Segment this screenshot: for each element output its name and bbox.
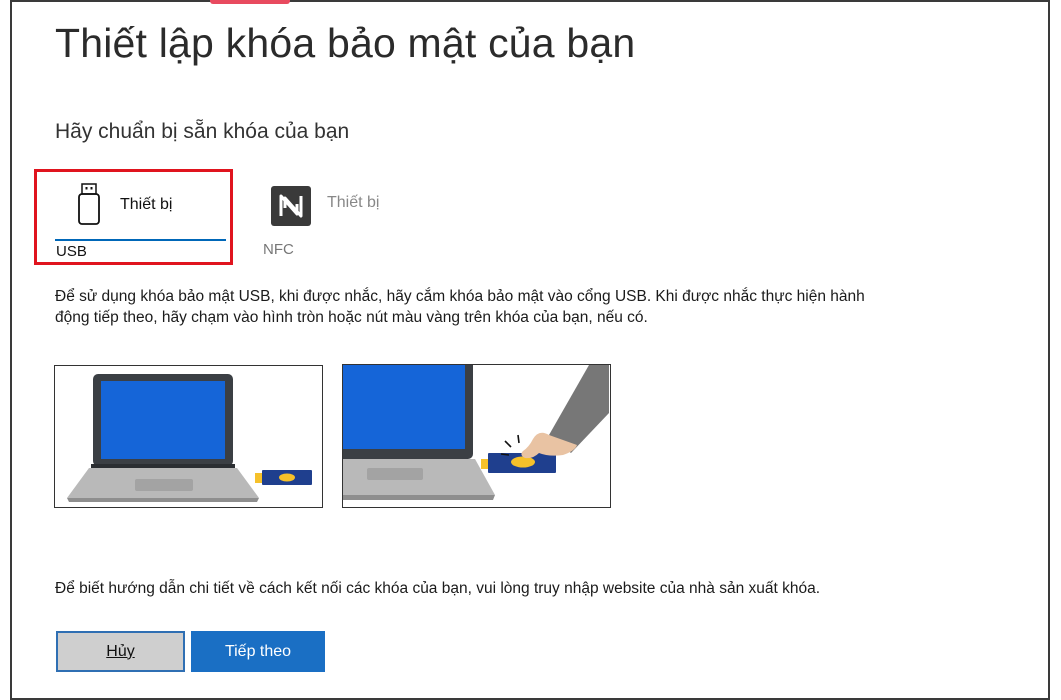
tab-nfc-label-line1: Thiết bị	[327, 194, 380, 211]
usb-drive-icon	[77, 183, 101, 230]
tab-nfc-device[interactable]: Thiết bị NFC	[263, 186, 428, 266]
cancel-button[interactable]: Hủy	[56, 631, 185, 672]
top-accent-bar	[210, 0, 290, 4]
laptop-with-usb-key-illustration	[54, 365, 323, 508]
finger-touching-key-illustration	[342, 364, 611, 508]
tab-usb-device[interactable]: Thiết bị USB	[34, 169, 233, 265]
manufacturer-help-note: Để biết hướng dẫn chi tiết về cách kết n…	[55, 580, 821, 597]
page-subtitle: Hãy chuẩn bị sẵn khóa của bạn	[55, 120, 350, 143]
tab-usb-label-line1: Thiết bị	[120, 196, 173, 213]
selected-tab-underline	[55, 239, 226, 241]
usb-instructions-text: Để sử dụng khóa bảo mật USB, khi được nh…	[55, 288, 865, 326]
next-button[interactable]: Tiếp theo	[191, 631, 325, 672]
tab-usb-label-line2: USB	[56, 243, 87, 260]
tab-nfc-label-line2: NFC	[263, 241, 294, 258]
nfc-icon	[271, 186, 311, 231]
page-title: Thiết lập khóa bảo mật của bạn	[55, 20, 636, 66]
